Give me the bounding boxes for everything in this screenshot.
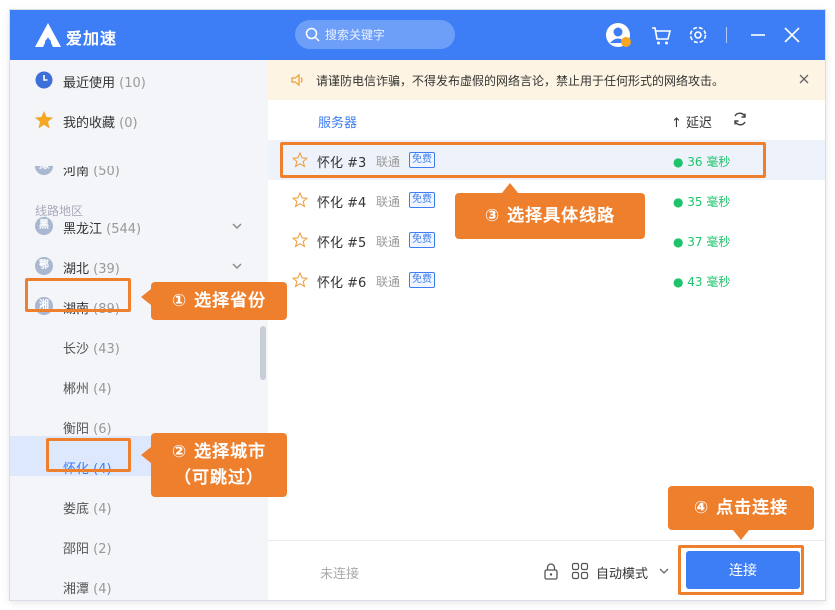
server-latency: ● 35 毫秒 (673, 195, 731, 209)
province-icon: 黑 (35, 217, 53, 235)
city-item-hengyang[interactable]: 衡阳 (6) (63, 418, 112, 437)
sidebar-item-label: 黑龙江 (63, 222, 103, 237)
speaker-icon (291, 73, 303, 87)
title-bar: 爱加速 (10, 10, 825, 60)
favorite-star-icon[interactable] (292, 192, 308, 208)
server-isp: 联通 (376, 195, 401, 209)
province-icon: 鄂 (35, 257, 53, 275)
chevron-down-icon[interactable] (230, 219, 244, 233)
city-item-chenzhou[interactable]: 郴州 (4) (63, 378, 112, 397)
free-badge: 免费 (409, 192, 435, 208)
province-icon: 豫 (35, 166, 53, 175)
city-count: (4) (93, 502, 112, 517)
sidebar-item-count: (10) (119, 76, 146, 91)
titlebar-divider (726, 27, 727, 43)
city-count: (4) (93, 382, 112, 397)
notice-text: 请谨防电信诈骗，不得发布虚假的网络言论，禁止用于任何形式的网络攻击。 (316, 74, 725, 88)
user-avatar-icon[interactable] (605, 22, 631, 48)
clock-icon (35, 71, 53, 89)
sidebar-scrollbar[interactable] (260, 326, 266, 380)
column-header-delay[interactable]: ↑ 延迟 (671, 112, 712, 131)
highlight-server (280, 142, 766, 178)
free-badge: 免费 (409, 272, 435, 288)
server-latency: ● 37 毫秒 (673, 235, 731, 249)
callout-arrow (502, 183, 518, 193)
notice-close-icon[interactable] (798, 73, 810, 85)
sidebar-item-count: (50) (93, 166, 120, 179)
city-item-xiangtan[interactable]: 湘潭 (4) (63, 578, 112, 597)
callout-step2: ② 选择城市 （可跳过） (151, 433, 287, 497)
callout-step4: ④ 点击连接 (668, 486, 814, 530)
city-item-changsha[interactable]: 长沙 (43) (63, 338, 120, 357)
minimize-icon[interactable] (745, 22, 771, 48)
city-count: (2) (93, 542, 112, 557)
highlight-province (25, 278, 131, 312)
city-label: 邵阳 (63, 542, 90, 557)
sidebar-item-heilongjiang[interactable]: 黑 黑龙江 (544) (10, 206, 268, 246)
chevron-down-icon[interactable] (658, 565, 670, 577)
highlight-connect (678, 545, 804, 595)
mode-select[interactable]: 自动模式 (596, 563, 648, 582)
sidebar-item-label: 湖北 (63, 262, 90, 277)
mode-grid-icon[interactable] (571, 562, 589, 580)
server-list-header: 服务器 ↑ 延迟 (268, 100, 825, 140)
notice-bar: 请谨防电信诈骗，不得发布虚假的网络言论，禁止用于任何形式的网络攻击。 (268, 60, 825, 100)
city-item-loudi[interactable]: 娄底 (4) (63, 498, 112, 517)
star-icon (35, 111, 53, 129)
city-count: (43) (93, 342, 120, 357)
city-label: 湘潭 (63, 582, 90, 597)
sidebar-item-favorites[interactable]: 我的收藏 (0) (10, 100, 268, 140)
highlight-city (46, 438, 131, 472)
sidebar-item-recent[interactable]: 最近使用 (10) (10, 60, 268, 100)
app-title: 爱加速 (66, 29, 118, 48)
search-input[interactable] (325, 24, 445, 45)
sidebar-item-label: 河南 (63, 166, 90, 179)
lock-icon[interactable] (543, 562, 559, 580)
sidebar-item-count: (39) (93, 262, 120, 277)
chevron-down-icon[interactable] (230, 259, 244, 273)
search-box[interactable] (295, 20, 455, 49)
close-icon[interactable] (779, 22, 805, 48)
city-item-shaoyang[interactable]: 邵阳 (2) (63, 538, 112, 557)
sidebar: 最近使用 (10) 我的收藏 (0) 线路地区 豫 河南 (50) 黑 黑龙江 … (10, 60, 268, 600)
city-count: (4) (93, 582, 112, 597)
sidebar-item-label: 我的收藏 (63, 116, 116, 131)
city-label: 郴州 (63, 382, 90, 397)
sidebar-item-province-partial[interactable]: 豫 河南 (50) (10, 166, 268, 188)
free-badge: 免费 (409, 232, 435, 248)
favorite-star-icon[interactable] (292, 232, 308, 248)
callout-step2-line1: ② 选择城市 (171, 442, 267, 462)
callout-arrow (141, 447, 151, 463)
city-label: 娄底 (63, 502, 90, 517)
callout-step3: ③ 选择具体线路 (455, 193, 645, 239)
server-row[interactable]: 怀化 #6 联通 免费 ● 43 毫秒 (268, 260, 825, 300)
sidebar-item-label: 最近使用 (63, 76, 116, 91)
sidebar-item-count: (0) (119, 116, 138, 131)
sidebar-item-count: (544) (106, 222, 142, 237)
callout-step2-line2: （可跳过） (174, 468, 264, 488)
server-isp: 联通 (376, 235, 401, 249)
callout-step1: ① 选择省份 (151, 282, 287, 320)
server-isp: 联通 (376, 275, 401, 289)
server-name: 怀化 #6 (317, 276, 367, 291)
city-label: 长沙 (63, 342, 90, 357)
column-header-server[interactable]: 服务器 (318, 112, 357, 131)
app-logo-icon (35, 23, 61, 47)
app-window: 爱加速 搜索关键字 最近使用 (10) 我的收藏 (0) 线路地区 河南 (50… (10, 10, 825, 600)
cart-icon[interactable] (648, 22, 674, 48)
search-icon (305, 27, 320, 42)
callout-arrow (141, 289, 151, 305)
connection-status: 未连接 (320, 567, 360, 582)
server-name: 怀化 #5 (317, 236, 367, 251)
city-label: 衡阳 (63, 422, 90, 437)
refresh-icon[interactable] (732, 111, 748, 127)
server-name: 怀化 #4 (317, 196, 367, 211)
gear-icon[interactable] (685, 22, 711, 48)
callout-arrow (733, 530, 749, 540)
city-count: (6) (93, 422, 112, 437)
server-latency: ● 43 毫秒 (673, 275, 731, 289)
favorite-star-icon[interactable] (292, 272, 308, 288)
